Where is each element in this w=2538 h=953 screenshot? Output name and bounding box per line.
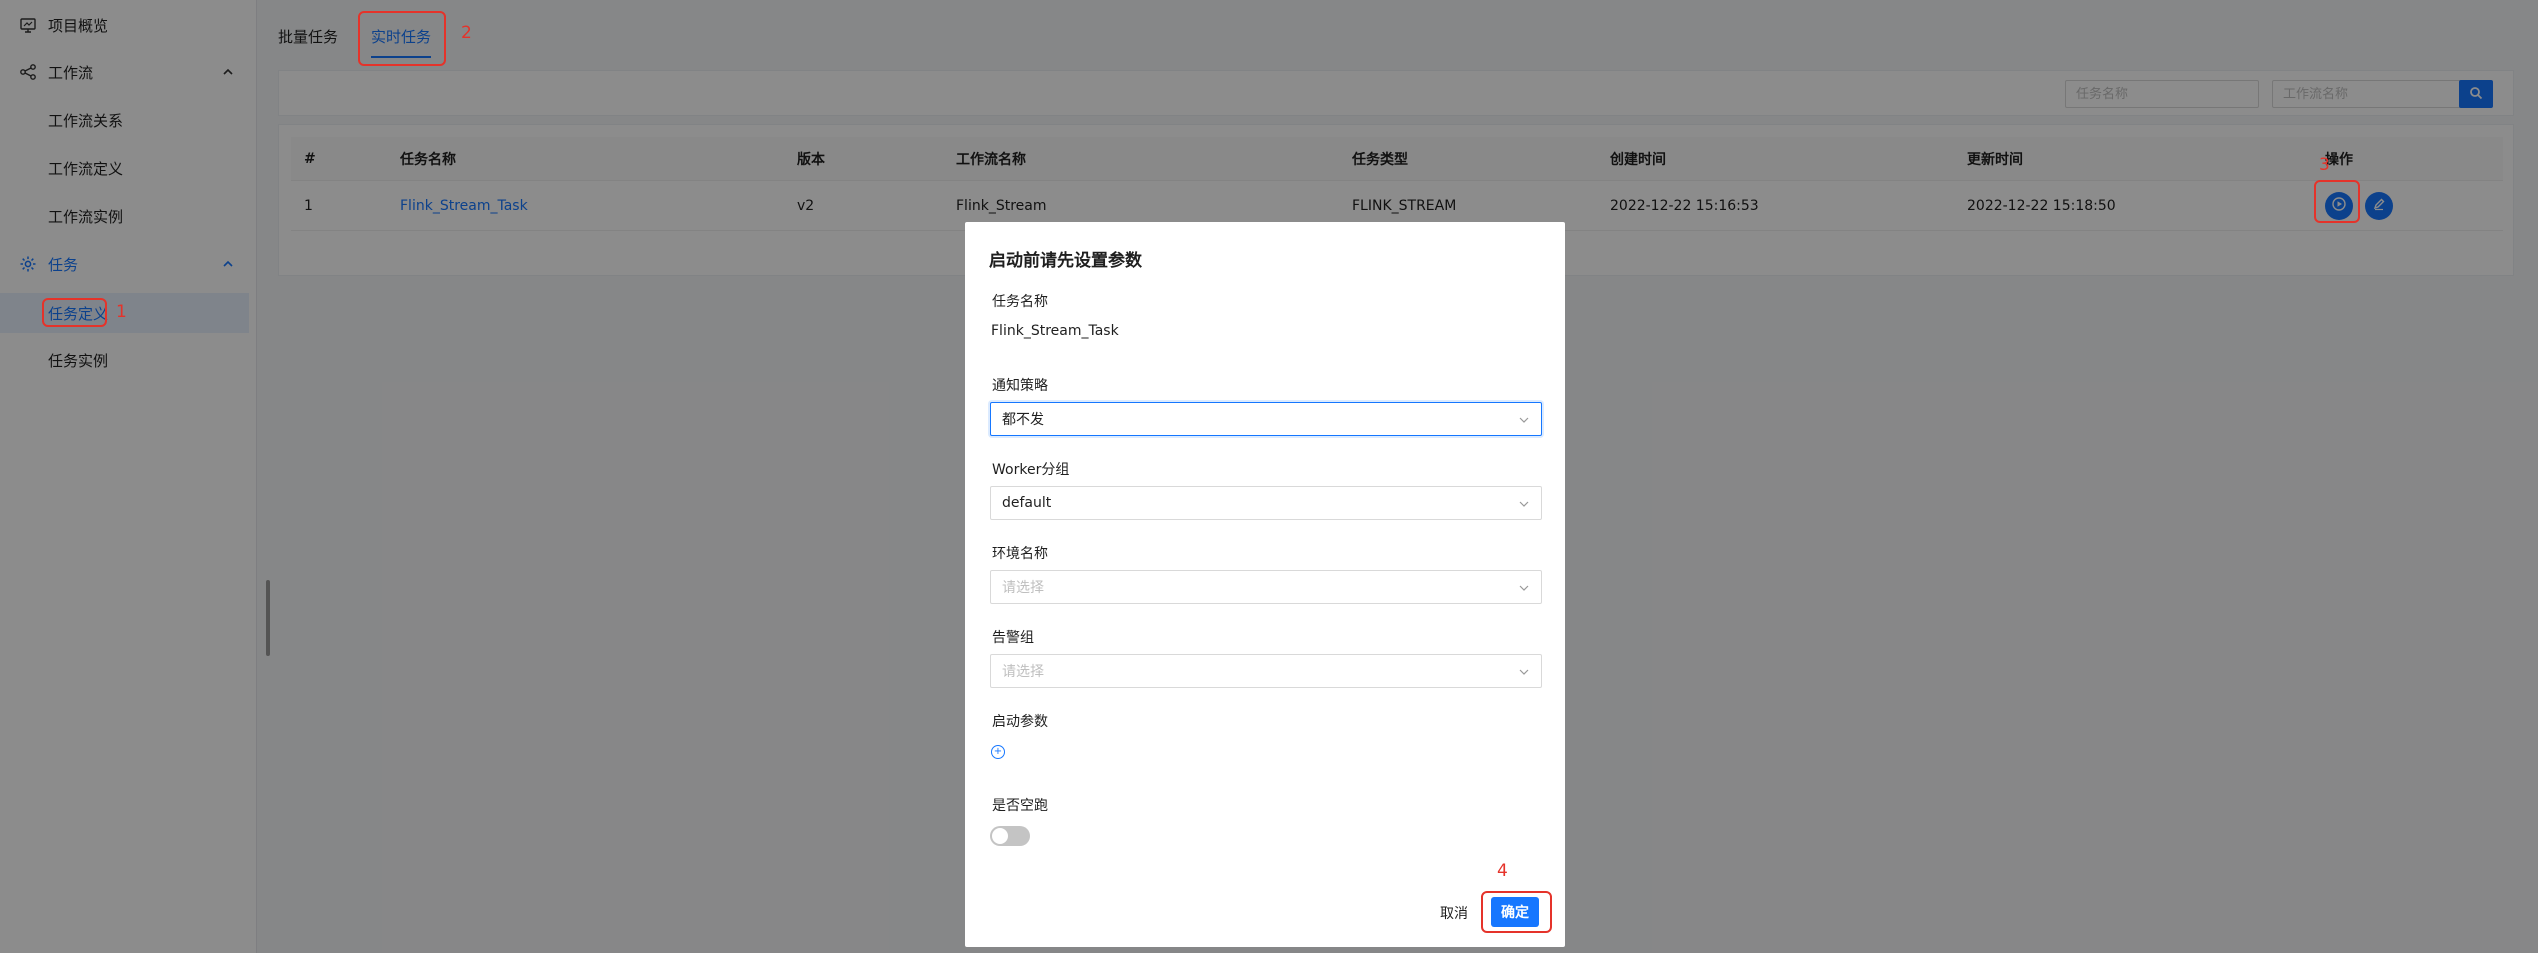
worker-group-value: default <box>1002 495 1052 511</box>
switch-knob <box>992 828 1008 844</box>
annotation-box-4 <box>1481 891 1552 933</box>
chevron-down-icon <box>1518 666 1530 678</box>
dry-run-label: 是否空跑 <box>992 798 1048 814</box>
alert-group-select[interactable]: 请选择 <box>990 654 1542 688</box>
modal-title: 启动前请先设置参数 <box>989 251 1142 271</box>
notify-strategy-select[interactable]: 都不发 <box>990 402 1542 436</box>
environment-label: 环境名称 <box>992 546 1048 562</box>
alert-group-placeholder: 请选择 <box>1002 664 1044 680</box>
chevron-down-icon <box>1518 498 1530 510</box>
notify-strategy-label: 通知策略 <box>992 378 1048 394</box>
dry-run-switch[interactable] <box>990 826 1030 846</box>
add-param-icon[interactable]: + <box>991 745 1005 759</box>
task-name-label: 任务名称 <box>992 294 1048 310</box>
worker-group-label: Worker分组 <box>992 462 1070 478</box>
notify-strategy-value: 都不发 <box>1002 412 1044 428</box>
environment-select[interactable]: 请选择 <box>990 570 1542 604</box>
task-name-value: Flink_Stream_Task <box>991 323 1119 339</box>
annotation-number-3: 3 <box>2319 155 2330 175</box>
startup-params-label: 启动参数 <box>992 714 1048 730</box>
chevron-down-icon <box>1518 582 1530 594</box>
annotation-box-1 <box>42 298 107 327</box>
annotation-number-4: 4 <box>1497 861 1508 881</box>
annotation-box-2 <box>358 11 446 66</box>
alert-group-label: 告警组 <box>992 630 1034 646</box>
cancel-button[interactable]: 取消 <box>1440 903 1468 923</box>
worker-group-select[interactable]: default <box>990 486 1542 520</box>
environment-placeholder: 请选择 <box>1002 580 1044 596</box>
annotation-number-2: 2 <box>461 23 472 43</box>
annotation-number-1: 1 <box>116 302 127 322</box>
chevron-down-icon <box>1518 414 1530 426</box>
annotation-box-3 <box>2314 180 2360 223</box>
start-params-modal: 启动前请先设置参数 任务名称 Flink_Stream_Task 通知策略 都不… <box>965 222 1565 947</box>
